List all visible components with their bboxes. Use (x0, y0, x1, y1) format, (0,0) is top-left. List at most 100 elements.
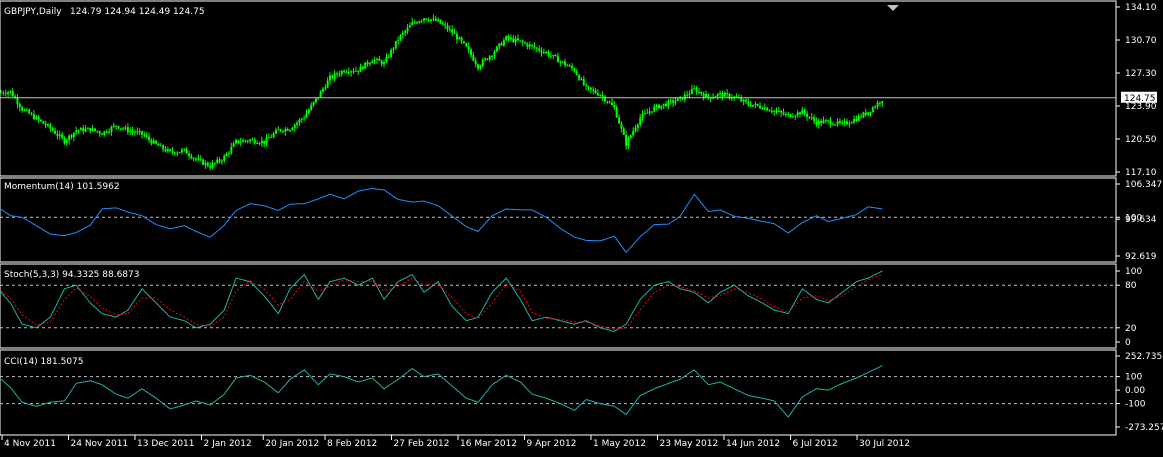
candle-body (507, 36, 510, 39)
candle-body (813, 117, 816, 121)
candle-body (867, 112, 870, 115)
candle-body (674, 101, 677, 103)
candle-body (155, 140, 158, 144)
candle-body (831, 124, 834, 126)
chart-window[interactable]: GBPJPY,Daily 124.79 124.94 124.49 124.75… (0, 0, 1163, 453)
candle-body (359, 66, 362, 72)
candle-body (37, 116, 40, 120)
candle-body (756, 103, 759, 106)
x-tick-label: 24 Nov 2011 (71, 439, 129, 449)
candle-body (824, 120, 827, 122)
candle-body (239, 142, 242, 144)
candle-body (284, 128, 287, 132)
candle-body (444, 24, 447, 26)
candle-body (77, 130, 80, 132)
candle-body (105, 131, 108, 133)
candle-body (58, 134, 61, 136)
candle-body (289, 130, 292, 132)
candle-body (552, 54, 555, 56)
candle-body (655, 104, 658, 107)
candle-body (265, 137, 268, 144)
candle-body (554, 54, 557, 57)
candle-body (272, 133, 275, 138)
candle-body (258, 143, 261, 145)
candle-body (300, 118, 303, 120)
candle-body (89, 127, 92, 132)
candle-body (843, 121, 846, 123)
candle-body (768, 110, 771, 112)
candle-body (528, 44, 531, 47)
candle-body (794, 115, 797, 117)
candle-body (65, 140, 68, 144)
candle-body (286, 128, 289, 131)
candle-body (512, 38, 515, 42)
candle-body (21, 107, 24, 111)
candle-body (878, 102, 881, 104)
candle-body (368, 63, 371, 65)
candle-body (282, 131, 284, 133)
y-tick-label: 0.00 (1125, 386, 1145, 396)
chart-canvas[interactable]: GBPJPY,Daily 124.79 124.94 124.49 124.75… (0, 0, 1163, 453)
candle-body (133, 131, 136, 133)
candle-body (653, 106, 656, 112)
candle-body (411, 22, 414, 26)
candle-body (314, 98, 317, 102)
candle-body (667, 100, 670, 107)
candle-body (16, 98, 19, 105)
candle-body (493, 51, 496, 56)
candle-body (42, 121, 45, 124)
candle-body (592, 89, 595, 91)
candle-body (787, 113, 790, 115)
candle-body (7, 92, 10, 94)
candle-body (871, 107, 874, 112)
candle-body (296, 122, 299, 125)
candle-body (486, 58, 489, 60)
candle-body (820, 120, 823, 124)
candle-body (509, 38, 512, 40)
y-tick-label: 80 (1125, 281, 1137, 291)
candle-body (378, 58, 381, 61)
candle-body (340, 70, 343, 75)
x-tick-label: 16 Mar 2012 (460, 439, 517, 449)
candle-body (232, 143, 235, 147)
candle-body (625, 134, 628, 146)
candle-body (850, 122, 853, 124)
candle-body (385, 56, 388, 63)
candle-body (613, 104, 616, 108)
candle-body (72, 132, 75, 137)
candle-body (451, 29, 454, 33)
candle-body (415, 22, 418, 24)
candle-body (519, 40, 522, 42)
y-tick-label: 127.30 (1125, 69, 1157, 79)
candle-body (305, 113, 308, 118)
candle-body (141, 131, 143, 135)
candle-body (641, 113, 644, 118)
candle-body (864, 112, 867, 115)
candle-body (470, 49, 472, 56)
candle-body (277, 129, 280, 131)
candle-body (178, 152, 181, 154)
candle-body (251, 139, 254, 141)
y-tick-label: 20 (1125, 324, 1137, 334)
candle-body (782, 112, 785, 115)
candle-body (801, 109, 804, 115)
candle-body (526, 43, 529, 47)
candle-body (700, 91, 703, 95)
candle-body (260, 140, 263, 144)
candle-body (836, 121, 839, 125)
candle-body (458, 37, 461, 40)
candle-body (326, 80, 329, 88)
candle-body (441, 23, 444, 25)
candle-body (408, 25, 411, 28)
candle-body (498, 43, 501, 47)
candle-body (376, 58, 378, 60)
candle-body (531, 44, 534, 46)
candle-body (357, 70, 360, 72)
candle-body (96, 130, 99, 132)
candle-body (587, 86, 590, 88)
candle-body (629, 135, 632, 138)
candle-body (460, 37, 463, 42)
candle-body (556, 56, 559, 63)
y-tick-label: 120.50 (1125, 135, 1157, 145)
candle-body (9, 90, 12, 93)
